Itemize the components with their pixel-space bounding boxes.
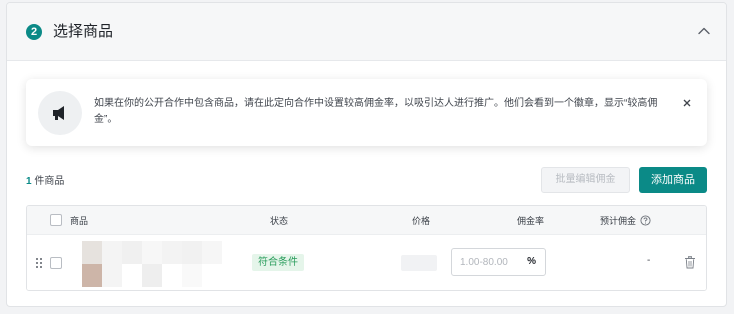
section-title: 选择商品 xyxy=(53,23,114,40)
close-icon[interactable] xyxy=(681,97,693,109)
product-thumbnail xyxy=(82,241,222,287)
select-products-card: 2 选择商品 如果在你的公开合作中包含商品，请在此定向合作中设置较高佣金率，以吸… xyxy=(6,2,727,307)
megaphone-icon xyxy=(38,91,82,135)
header-status: 状态 xyxy=(270,216,289,226)
header-product: 商品 xyxy=(70,216,89,226)
bulk-edit-commission-button[interactable]: 批量编辑佣金 xyxy=(541,167,630,193)
notice-text: 如果在你的公开合作中包含商品，请在此定向合作中设置较高佣金率，以吸引达人进行推广… xyxy=(94,98,658,125)
status-badge: 符合条件 xyxy=(252,254,304,271)
rate-unit: % xyxy=(527,256,536,267)
commission-rate-input[interactable] xyxy=(452,249,520,275)
step-number-badge: 2 xyxy=(26,24,42,40)
header-price: 价格 xyxy=(412,216,431,226)
row-checkbox[interactable] xyxy=(50,257,62,269)
trash-icon[interactable] xyxy=(684,256,696,269)
products-table: 商品 状态 价格 佣金率 预计佣金 符合条件 1.00-80.00 % - xyxy=(26,205,707,291)
add-product-button[interactable]: 添加商品 xyxy=(639,167,707,193)
header-commission-rate: 佣金率 xyxy=(517,216,545,226)
table-header: 商品 状态 价格 佣金率 预计佣金 xyxy=(27,206,706,235)
header-estimated-commission: 预计佣金 xyxy=(600,216,637,226)
commission-notice: 如果在你的公开合作中包含商品，请在此定向合作中设置较高佣金率，以吸引达人进行推广… xyxy=(26,79,707,146)
select-all-checkbox[interactable] xyxy=(50,214,62,226)
chevron-up-icon[interactable] xyxy=(696,23,712,39)
table-row: 符合条件 % - xyxy=(27,235,706,290)
price-value xyxy=(401,255,437,271)
drag-handle-icon[interactable] xyxy=(35,257,43,269)
card-header[interactable]: 2 选择商品 xyxy=(7,3,726,61)
product-count: 1 件商品 xyxy=(26,172,64,187)
commission-rate-field[interactable]: % xyxy=(451,248,546,276)
product-count-suffix: 件商品 xyxy=(31,176,65,187)
estimated-commission-value: - xyxy=(647,255,651,266)
help-icon[interactable] xyxy=(640,215,651,226)
